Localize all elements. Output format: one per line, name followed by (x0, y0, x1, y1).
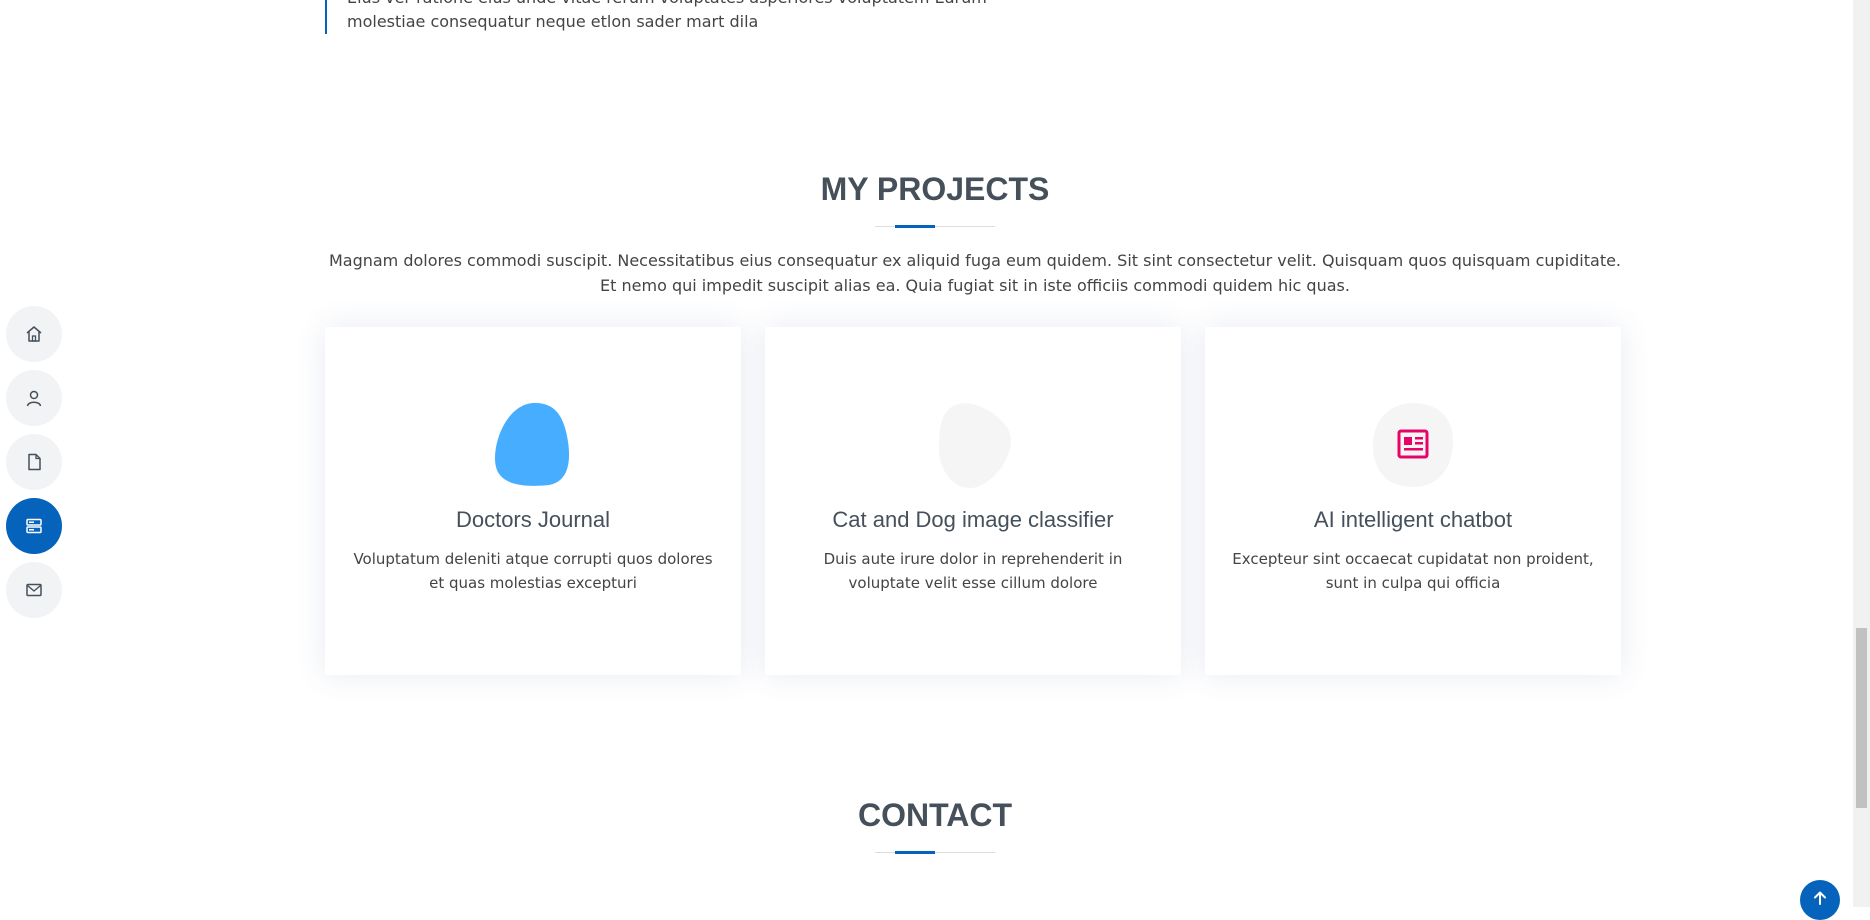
project-text: Voluptatum deleniti atque corrupti quos … (353, 550, 713, 592)
contact-section-title: CONTACT (0, 795, 1870, 835)
projects-section-title: MY PROJECTS (0, 169, 1870, 209)
envelope-icon (26, 583, 42, 597)
blob-icon (939, 403, 1011, 489)
contact-heading: CONTACT (857, 797, 1013, 833)
nav-home-button[interactable] (6, 306, 62, 362)
project-text: Duis aute irure dolor in reprehenderit i… (823, 550, 1123, 592)
scrollbar-thumb[interactable] (1856, 628, 1867, 808)
projects-heading: MY PROJECTS (820, 171, 1050, 207)
nav-contact-button[interactable] (6, 562, 62, 618)
home-icon (26, 326, 42, 342)
nav-about-button[interactable] (6, 370, 62, 426)
project-card-doctors-journal[interactable]: Doctors Journal Voluptatum deleniti atqu… (325, 327, 741, 675)
project-card-ai-chatbot[interactable]: AI intelligent chatbot Excepteur sint oc… (1205, 327, 1621, 675)
nav-resume-button[interactable] (6, 434, 62, 490)
project-title[interactable]: Cat and Dog image classifier (765, 507, 1181, 533)
projects-title-divider (875, 225, 995, 228)
resume-quote-line-1: Eius ver ratione eius unde vitae rerum v… (347, 0, 987, 10)
page-scrollbar[interactable] (1853, 0, 1870, 907)
project-title[interactable]: AI intelligent chatbot (1205, 507, 1621, 533)
resume-quote-line-2: molestiae consequatur neque etlon sader … (347, 12, 759, 31)
file-icon (28, 453, 41, 471)
server-icon (26, 518, 42, 534)
project-card-cat-dog-classifier[interactable]: Cat and Dog image classifier Duis aute i… (765, 327, 1181, 675)
newspaper-icon (1397, 429, 1429, 459)
projects-title-accent (895, 225, 935, 228)
project-text: Excepteur sint occaecat cupidatat non pr… (1232, 550, 1594, 592)
person-icon (26, 390, 42, 407)
back-to-top-button[interactable] (1800, 880, 1840, 920)
contact-title-accent (895, 851, 935, 854)
project-title[interactable]: Doctors Journal (325, 507, 741, 533)
projects-description: Magnam dolores commodi suscipit. Necessi… (328, 251, 1622, 295)
arrow-up-icon (1814, 891, 1826, 905)
nav-projects-button[interactable] (6, 498, 62, 554)
resume-quote: Eius ver ratione eius unde vitae rerum v… (325, 0, 987, 34)
blob-icon (495, 402, 570, 486)
contact-title-divider (875, 851, 995, 854)
